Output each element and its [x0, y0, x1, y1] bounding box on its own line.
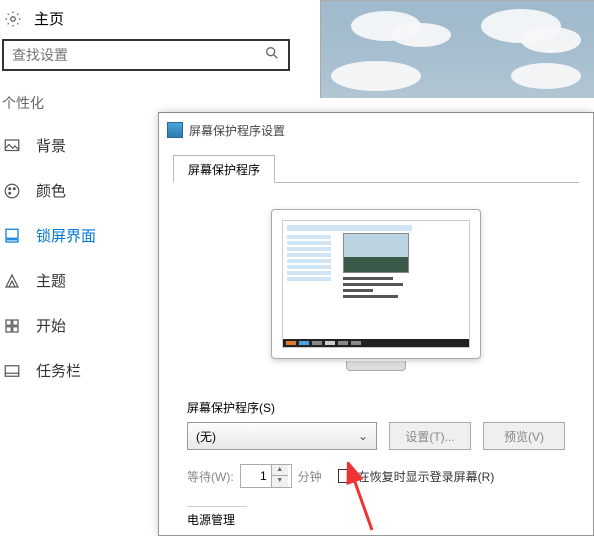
dialog-body: 屏幕保护程序(S) (无) ⌄ 设置(T)... 预览(V) 等待(W): ▲ …	[159, 183, 593, 528]
settings-button[interactable]: 设置(T)...	[389, 422, 471, 450]
spin-up-icon[interactable]: ▲	[272, 465, 288, 476]
checkbox-label: 在恢复时显示登录屏幕(R)	[358, 468, 495, 485]
lockscreen-icon	[2, 226, 22, 246]
themes-icon	[2, 271, 22, 291]
preview-button[interactable]: 预览(V)	[483, 422, 565, 450]
button-label: 预览(V)	[504, 428, 544, 445]
picture-icon	[2, 136, 22, 156]
dialog-icon	[167, 122, 183, 138]
checkbox-box	[338, 469, 352, 483]
monitor-preview	[271, 209, 481, 371]
wait-unit: 分钟	[298, 468, 322, 485]
home-label: 主页	[34, 8, 64, 29]
nav-label: 主题	[36, 270, 66, 291]
nav-label: 锁屏界面	[36, 225, 96, 246]
power-section-label: 电源管理	[187, 506, 247, 528]
button-label: 设置(T)...	[405, 428, 454, 445]
gear-icon	[4, 10, 22, 28]
home-link[interactable]: 主页	[0, 0, 320, 39]
search-field-wrap	[2, 39, 290, 71]
screensaver-dropdown[interactable]: (无) ⌄	[187, 422, 377, 450]
chevron-down-icon: ⌄	[358, 429, 368, 443]
wait-label: 等待(W):	[187, 468, 234, 485]
search-icon	[264, 45, 282, 63]
tab-screensaver[interactable]: 屏幕保护程序	[173, 155, 275, 183]
nav-label: 背景	[36, 135, 66, 156]
palette-icon	[2, 181, 22, 201]
dialog-title-text: 屏幕保护程序设置	[189, 122, 285, 139]
start-icon	[2, 316, 22, 336]
tab-strip: 屏幕保护程序	[173, 155, 579, 183]
lockscreen-preview	[320, 0, 594, 98]
resume-checkbox[interactable]: 在恢复时显示登录屏幕(R)	[338, 468, 495, 485]
dialog-titlebar: 屏幕保护程序设置	[159, 113, 593, 147]
wait-input[interactable]	[241, 469, 271, 483]
nav-label: 颜色	[36, 180, 66, 201]
spin-down-icon[interactable]: ▼	[272, 476, 288, 487]
wait-spinner[interactable]: ▲ ▼	[240, 464, 292, 488]
dropdown-value: (无)	[196, 428, 216, 445]
nav-label: 开始	[36, 315, 66, 336]
search-input[interactable]	[2, 39, 290, 71]
screensaver-dialog: 屏幕保护程序设置 屏幕保护程序	[158, 112, 594, 536]
screensaver-label: 屏幕保护程序(S)	[187, 399, 565, 416]
taskbar-icon	[2, 361, 22, 381]
tab-label: 屏幕保护程序	[188, 163, 260, 177]
nav-label: 任务栏	[36, 360, 81, 381]
